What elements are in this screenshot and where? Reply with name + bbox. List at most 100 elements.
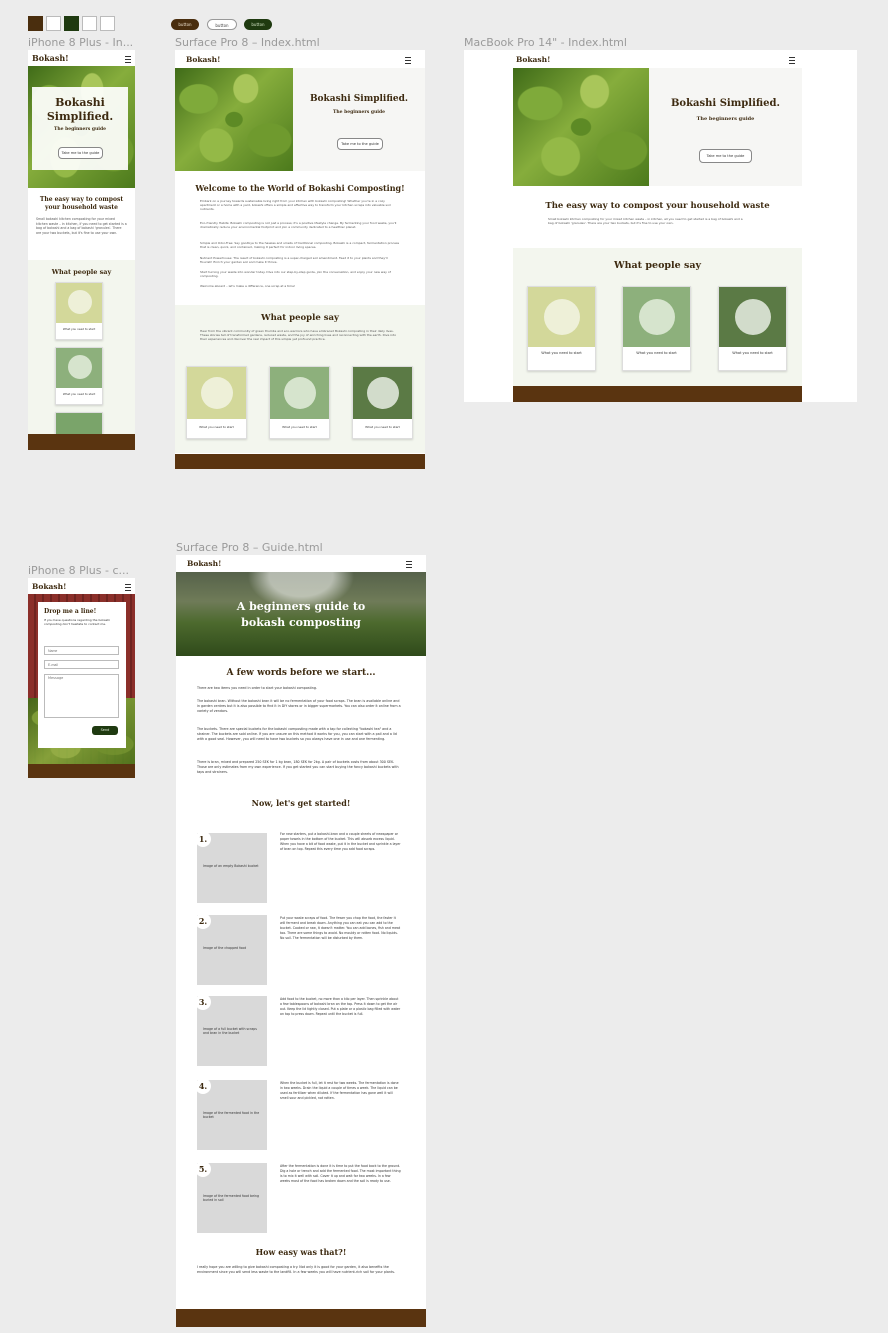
button-sample-green: button	[244, 19, 272, 30]
step-2-text: Put your waste scraps of food. The fewer…	[280, 916, 401, 940]
before-paragraph-3: The buckets. There are special buckets f…	[197, 727, 397, 741]
end-text: I really hope you are willing to give bo…	[197, 1265, 396, 1274]
hero-guide-button[interactable]: Take me to the guide	[699, 149, 752, 163]
welcome-paragraph-3: Simple and Odor-Free: Say goodbye to the…	[200, 241, 400, 249]
start-title: Now, let's get started!	[251, 798, 351, 808]
hero-subtitle: The beginners guide	[54, 127, 106, 132]
step-4-number: 4.	[195, 1078, 211, 1094]
brand-logo[interactable]: Bokash!	[187, 559, 221, 568]
step-4-text: When the bucket is full, let it rest for…	[280, 1081, 399, 1100]
message-textarea[interactable]	[44, 674, 119, 718]
testimonials-title: What people say	[261, 313, 339, 323]
name-input[interactable]	[44, 646, 119, 655]
step-1-text: For new starters, put a bokashi-bran and…	[280, 832, 401, 851]
card-caption: What you need to start	[636, 351, 677, 355]
step-2-image-caption: Image of the chopped food	[203, 945, 247, 950]
testimonial-card-2[interactable]: What you need to start	[622, 286, 691, 371]
step-3-text: Add food to the bucket, no more than a k…	[280, 997, 401, 1016]
footer	[28, 764, 135, 778]
step-5-text: After the fermentation is done it is tim…	[280, 1164, 401, 1183]
testimonial-card-3[interactable]: What you need to start	[718, 286, 787, 371]
menu-icon[interactable]	[406, 561, 412, 568]
before-title: A few words before we start...	[226, 668, 376, 678]
step-3-image: 3. Image of a full bucket with scraps an…	[195, 994, 267, 1066]
hero-title: Bokashi Simplified.	[46, 96, 114, 123]
card-caption: What you need to start	[365, 425, 400, 429]
hero-guide-button[interactable]: Take me to the guide	[58, 147, 103, 159]
step-5-number: 5.	[195, 1161, 211, 1177]
guide-hero-image: A beginners guide to bokash composting	[176, 572, 426, 656]
footer	[175, 454, 425, 469]
step-4-image-caption: Image of the fermented food in the bucke…	[203, 1110, 260, 1119]
end-title: How easy was that?!	[255, 1247, 347, 1257]
color-swatch-3	[64, 16, 79, 31]
welcome-paragraph-1: Embark on a journey towards sustainable …	[200, 199, 391, 211]
contact-title: Drop me a line!	[44, 608, 97, 615]
brand-logo[interactable]: Bokash!	[32, 582, 66, 591]
testimonial-card-1[interactable]: What you need to start	[55, 282, 103, 340]
brand-logo[interactable]: Bokash!	[516, 55, 550, 64]
card-caption: What you need to start	[199, 425, 234, 429]
footer	[176, 1309, 426, 1327]
color-swatch-1	[28, 16, 43, 31]
hero-image	[175, 68, 293, 171]
color-swatch-5	[100, 16, 115, 31]
menu-icon[interactable]	[125, 584, 131, 591]
step-1-image-caption: Image of an empty Bokashi bucket	[203, 863, 259, 868]
color-swatch-2	[46, 16, 61, 31]
step-3-number: 3.	[195, 994, 211, 1010]
testimonial-card-3[interactable]	[55, 412, 103, 437]
hero-panel: Bokashi Simplified. The beginners guide …	[293, 68, 425, 171]
step-1-image: 1. Image of an empty Bokashi bucket	[195, 831, 267, 903]
step-5-image: 5. Image of the fermented food being bur…	[195, 1161, 267, 1233]
before-paragraph-2: The bokashi bran. Without the bokashi br…	[197, 699, 401, 713]
frame-label-surface-index: Surface Pro 8 – Index.html	[175, 36, 320, 49]
card-caption: What you need to start	[282, 425, 317, 429]
hero-title: Bokashi Simplified.	[309, 94, 409, 104]
welcome-title: Welcome to the World of Bokashi Composti…	[195, 183, 405, 193]
step-1-number: 1.	[195, 831, 211, 847]
welcome-paragraph-6: Welcome aboard – let's make a difference…	[200, 284, 296, 288]
step-3-image-caption: Image of a full bucket with scraps and b…	[203, 1026, 257, 1035]
step-2-number: 2.	[195, 913, 211, 929]
intro-title: The easy way to compost your household w…	[545, 201, 770, 211]
brand-logo[interactable]: Bokash!	[186, 55, 220, 64]
intro-title: The easy way to compost your household w…	[39, 196, 124, 211]
menu-icon[interactable]	[405, 57, 411, 64]
menu-icon[interactable]	[125, 56, 131, 63]
testimonials-intro: Hear from the vibrant community of green…	[200, 329, 397, 341]
footer	[513, 386, 802, 402]
send-button[interactable]: Send	[92, 726, 118, 735]
contact-form-card: Drop me a line! If you have questions re…	[38, 602, 126, 748]
step-4-image: 4. Image of the fermented food in the bu…	[195, 1078, 267, 1150]
button-sample-brown: button	[171, 19, 199, 30]
frame-label-iphone-contact: iPhone 8 Plus - c...	[28, 564, 130, 577]
hero-guide-button[interactable]: Take me to the guide	[337, 138, 383, 150]
frame-label-iphone-index: iPhone 8 Plus - In...	[28, 36, 134, 49]
iphone-contact-frame: Bokash! Drop me a line! If you have ques…	[28, 578, 135, 778]
intro-text: Small bokashi kitchen composting for you…	[548, 217, 743, 226]
step-5-image-caption: Image of the fermented food being buried…	[203, 1193, 259, 1202]
footer	[28, 434, 135, 450]
macbook-index-frame: Bokash! Bokashi Simplified. The beginner…	[464, 50, 857, 402]
intro-text: Small bokashi kitchen composting for you…	[36, 217, 127, 235]
guide-hero-title: A beginners guide to bokash composting	[236, 600, 366, 629]
testimonial-card-1[interactable]: What you need to start	[527, 286, 596, 371]
before-paragraph-1: There are two items you need in order to…	[197, 686, 318, 690]
testimonial-card-3[interactable]: What you need to start	[352, 366, 413, 439]
testimonial-card-2[interactable]: What you need to start	[55, 347, 103, 405]
contact-text: If you have questions regarding the boka…	[44, 618, 111, 626]
button-sample-outline: button	[207, 19, 237, 30]
email-input[interactable]	[44, 660, 119, 669]
testimonial-card-1[interactable]: What you need to start	[186, 366, 247, 439]
brand-logo[interactable]: Bokash!	[32, 53, 69, 63]
frame-label-surface-guide: Surface Pro 8 – Guide.html	[176, 541, 323, 554]
step-2-image: 2. Image of the chopped food	[195, 913, 267, 985]
testimonial-card-2[interactable]: What you need to start	[269, 366, 330, 439]
menu-icon[interactable]	[789, 57, 795, 64]
hero-image	[513, 68, 649, 186]
color-swatch-4	[82, 16, 97, 31]
surface-index-frame: Bokash! Bokashi Simplified. The beginner…	[175, 50, 425, 469]
frame-label-macbook-index: MacBook Pro 14" - Index.html	[464, 36, 627, 49]
hero-subtitle: The beginners guide	[696, 116, 755, 122]
